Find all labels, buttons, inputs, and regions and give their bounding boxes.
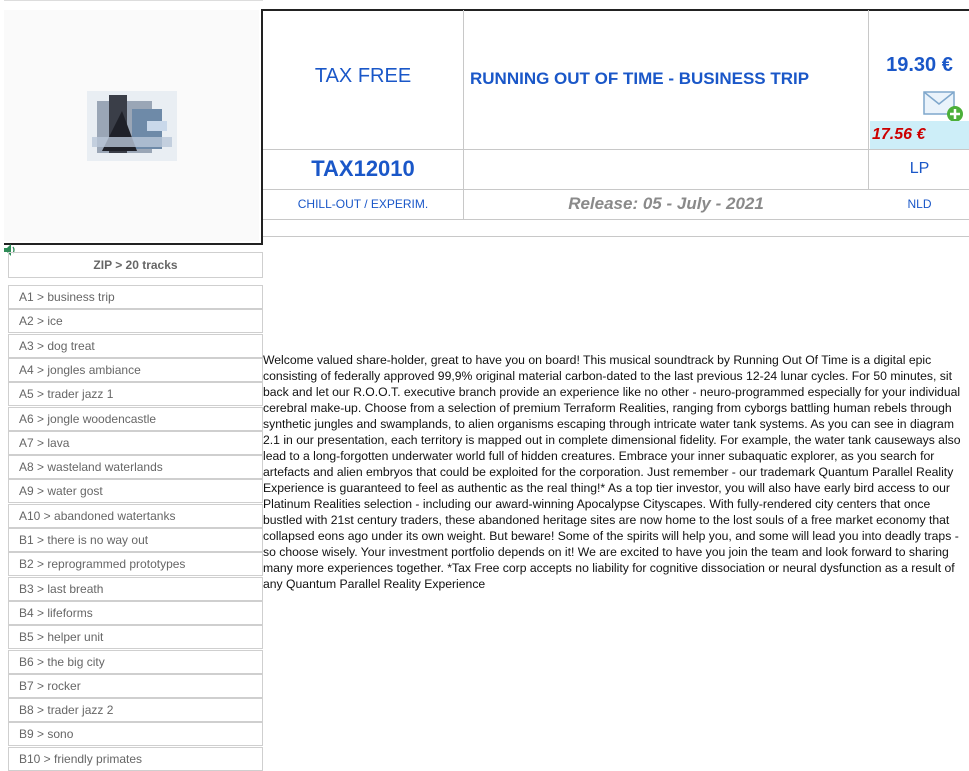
catalog-cell: TAX12010 (263, 149, 463, 189)
track-item[interactable]: A6 > jongle woodencastle (8, 406, 263, 431)
track-item[interactable]: B4 > lifeforms (8, 600, 263, 625)
divider (868, 10, 869, 190)
track-item[interactable]: A5 > trader jazz 1 (8, 382, 263, 407)
row-divider (263, 236, 969, 237)
track-item[interactable]: A10 > abandoned watertanks (8, 503, 263, 528)
track-item[interactable]: B7 > rocker (8, 673, 263, 698)
release-date: Release: 05 - July - 2021 (568, 194, 764, 213)
catalog-number: TAX12010 (311, 156, 415, 181)
track-item[interactable]: B1 > there is no way out (8, 528, 263, 552)
divider (463, 10, 464, 190)
cover-bottom-border (4, 243, 263, 245)
top-divider (4, 0, 263, 1)
release-cell: Release: 05 - July - 2021 (464, 189, 868, 219)
genre[interactable]: CHILL-OUT / EXPERIM. (298, 197, 428, 211)
track-item[interactable]: B5 > helper unit (8, 625, 263, 650)
product-description: Welcome valued share-holder, great to ha… (263, 353, 961, 591)
track-item[interactable]: B3 > last breath (8, 576, 263, 601)
country-cell: NLD (870, 189, 969, 219)
track-item[interactable]: A4 > jongles ambiance (8, 357, 263, 382)
track-item[interactable]: B10 > friendly primates (8, 746, 263, 771)
format-cell: LP (870, 149, 969, 189)
track-item[interactable]: A9 > water gost (8, 479, 263, 504)
track-item[interactable]: A2 > ice (8, 309, 263, 334)
track-item[interactable]: B9 > sono (8, 722, 263, 747)
product-title[interactable]: RUNNING OUT OF TIME - BUSINESS TRIP (470, 68, 865, 90)
format: LP (909, 160, 930, 177)
track-item[interactable]: A8 > wasteland waterlands (8, 455, 263, 480)
price: 19.30 € (886, 54, 953, 76)
track-item[interactable]: A7 > lava (8, 430, 263, 455)
album-cover[interactable] (4, 10, 259, 241)
track-item[interactable]: B8 > trader jazz 2 (8, 698, 263, 723)
track-item[interactable]: A3 > dog treat (8, 333, 263, 358)
sale-price: 17.56 € (872, 126, 926, 143)
track-item[interactable]: B6 > the big city (8, 649, 263, 674)
tracklist-header[interactable]: ZIP > 20 tracks (8, 252, 263, 278)
cover-art (86, 90, 177, 161)
label-name[interactable]: TAX FREE (315, 65, 411, 88)
row-divider (263, 219, 969, 220)
tracklist-header-label: ZIP > 20 tracks (93, 258, 178, 272)
track-item[interactable]: A1 > business trip (8, 285, 263, 309)
genre-cell: CHILL-OUT / EXPERIM. (263, 189, 463, 219)
label-cell: TAX FREE (263, 10, 463, 149)
track-item[interactable]: B2 > reprogrammed prototypes (8, 552, 263, 577)
country: NLD (907, 197, 932, 211)
